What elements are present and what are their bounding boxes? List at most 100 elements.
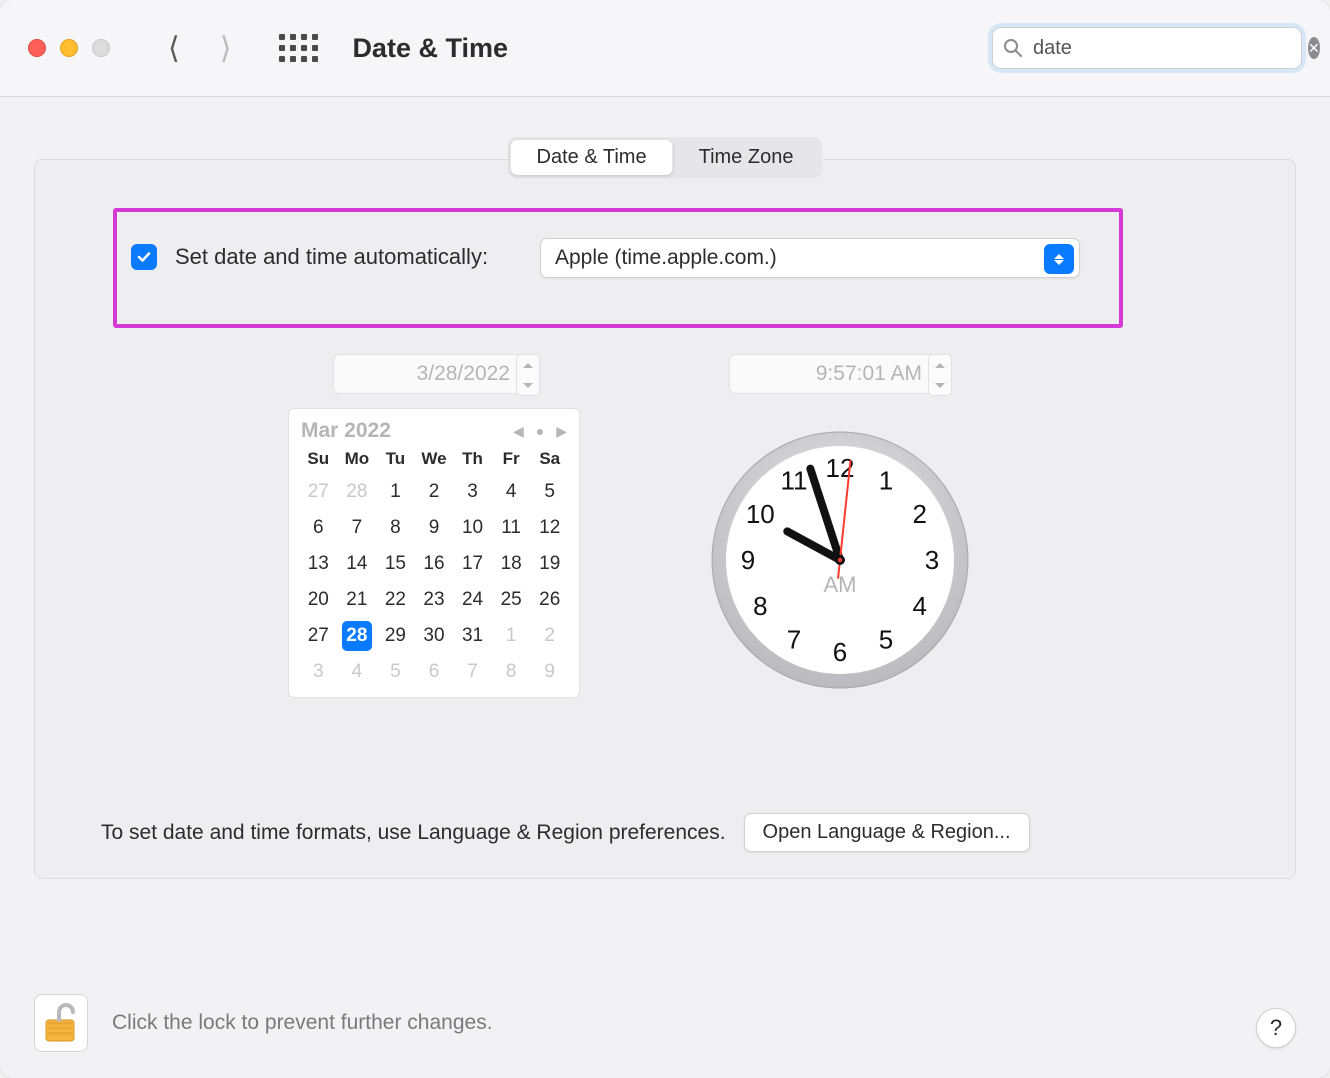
calendar-dow: Sa: [530, 449, 569, 471]
calendar-day: 5: [530, 477, 569, 507]
clock-ampm: AM: [824, 572, 857, 597]
calendar-day: 3: [299, 657, 338, 687]
calendar-grid: SuMoTuWeThFrSa27281234567891011121314151…: [299, 449, 569, 687]
search-icon: [1003, 38, 1023, 58]
time-server-combo[interactable]: Apple (time.apple.com.): [540, 238, 1080, 278]
tab-date-time[interactable]: Date & Time: [511, 140, 673, 175]
time-value: 9:57:01 AM: [816, 362, 922, 386]
calendar-day: 8: [492, 657, 531, 687]
lock-row: Click the lock to prevent further change…: [34, 994, 493, 1052]
calendar-day: 9: [530, 657, 569, 687]
auto-date-time-checkbox[interactable]: [131, 244, 157, 270]
lock-hint: Click the lock to prevent further change…: [112, 1011, 493, 1035]
date-value: 3/28/2022: [417, 362, 510, 386]
calendar-day: 1: [492, 621, 531, 651]
calendar-day: 10: [453, 513, 492, 543]
lock-button[interactable]: [34, 994, 88, 1052]
calendar-day: 20: [299, 585, 338, 615]
calendar-day: 19: [530, 549, 569, 579]
format-row: To set date and time formats, use Langua…: [101, 813, 1030, 852]
calendar-day: 2: [415, 477, 454, 507]
tab-time-zone[interactable]: Time Zone: [673, 140, 820, 175]
calendar-day: 27: [299, 621, 338, 651]
calendar-day: 4: [492, 477, 531, 507]
date-time-panel: Set date and time automatically: Apple (…: [34, 159, 1296, 879]
calendar-day: 11: [492, 513, 531, 543]
calendar-day: 15: [376, 549, 415, 579]
traffic-lights: [28, 39, 110, 57]
calendar-day: 8: [376, 513, 415, 543]
clock-numeral: 7: [787, 625, 801, 655]
calendar-day: 26: [530, 585, 569, 615]
unlocked-padlock-icon: [43, 1002, 79, 1044]
back-button[interactable]: ⟨: [168, 31, 180, 66]
date-stepper: [516, 354, 540, 396]
calendar-nav: ◀ ● ▶: [513, 423, 567, 440]
help-button[interactable]: ?: [1256, 1008, 1296, 1048]
search-input[interactable]: [1033, 37, 1298, 60]
calendar-day: 2: [530, 621, 569, 651]
clock-numeral: 9: [741, 545, 755, 575]
calendar-next-button: ▶: [556, 423, 567, 440]
clear-search-button[interactable]: ✕: [1308, 37, 1320, 59]
tab-bar: Date & Time Time Zone: [508, 137, 823, 178]
auto-date-time-label: Set date and time automatically:: [175, 244, 488, 270]
clock-numeral: 2: [912, 499, 926, 529]
time-stepper: [928, 354, 952, 396]
forward-button: ⟩: [220, 31, 232, 66]
calendar-prev-button: ◀: [513, 423, 524, 440]
window-title: Date & Time: [352, 33, 508, 64]
time-stepper-field: 9:57:01 AM: [729, 354, 951, 394]
calendar-day: 3: [453, 477, 492, 507]
calendar-today-button: ●: [536, 423, 544, 439]
analog-clock: 121234567891011 AM: [708, 428, 972, 692]
titlebar: ⟨ ⟩ Date & Time ✕: [0, 0, 1330, 97]
calendar-day: 18: [492, 549, 531, 579]
calendar-day: 27: [299, 477, 338, 507]
calendar-day: 31: [453, 621, 492, 651]
calendar-day: 24: [453, 585, 492, 615]
calendar-day: 17: [453, 549, 492, 579]
clock-numeral: 4: [912, 591, 926, 621]
clock-svg: 121234567891011 AM: [708, 428, 972, 692]
calendar-day: 28: [342, 621, 372, 651]
clock-numeral: 10: [746, 499, 775, 529]
calendar-day: 14: [338, 549, 377, 579]
calendar-dow: Th: [453, 449, 492, 471]
clock-numeral: 6: [833, 637, 847, 667]
calendar-dow: Fr: [492, 449, 531, 471]
search-field[interactable]: ✕: [992, 27, 1302, 69]
combo-arrows-icon: [1044, 244, 1074, 274]
date-stepper-field: 3/28/2022: [333, 354, 539, 394]
format-hint: To set date and time formats, use Langua…: [101, 821, 726, 845]
minimize-window-button[interactable]: [60, 39, 78, 57]
system-prefs-window: ⟨ ⟩ Date & Time ✕ Date & Time Time Zone: [0, 0, 1330, 1078]
clock-numeral: 3: [925, 545, 939, 575]
calendar-day: 30: [415, 621, 454, 651]
calendar-day: 1: [376, 477, 415, 507]
calendar-day: 16: [415, 549, 454, 579]
zoom-window-button[interactable]: [92, 39, 110, 57]
checkmark-icon: [136, 249, 152, 265]
calendar-day: 28: [338, 477, 377, 507]
auto-date-time-row: Set date and time automatically:: [131, 244, 488, 270]
calendar-day: 7: [453, 657, 492, 687]
calendar-dow: We: [415, 449, 454, 471]
calendar-day: 7: [338, 513, 377, 543]
calendar-dow: Mo: [338, 449, 377, 471]
calendar-day: 25: [492, 585, 531, 615]
calendar-dow: Su: [299, 449, 338, 471]
clock-numeral: 1: [879, 465, 893, 495]
clock-numeral: 11: [781, 465, 808, 495]
calendar-day: 12: [530, 513, 569, 543]
nav-buttons: ⟨ ⟩: [168, 31, 231, 66]
clock-numeral: 8: [753, 591, 767, 621]
close-window-button[interactable]: [28, 39, 46, 57]
show-all-prefs-button[interactable]: [279, 34, 318, 62]
calendar-day: 29: [376, 621, 415, 651]
calendar-day: 5: [376, 657, 415, 687]
calendar-widget: Mar 2022 ◀ ● ▶ SuMoTuWeThFrSa27281234567…: [288, 408, 580, 698]
calendar-header: Mar 2022 ◀ ● ▶: [299, 417, 569, 449]
open-language-region-button[interactable]: Open Language & Region...: [744, 813, 1030, 852]
calendar-day: 23: [415, 585, 454, 615]
